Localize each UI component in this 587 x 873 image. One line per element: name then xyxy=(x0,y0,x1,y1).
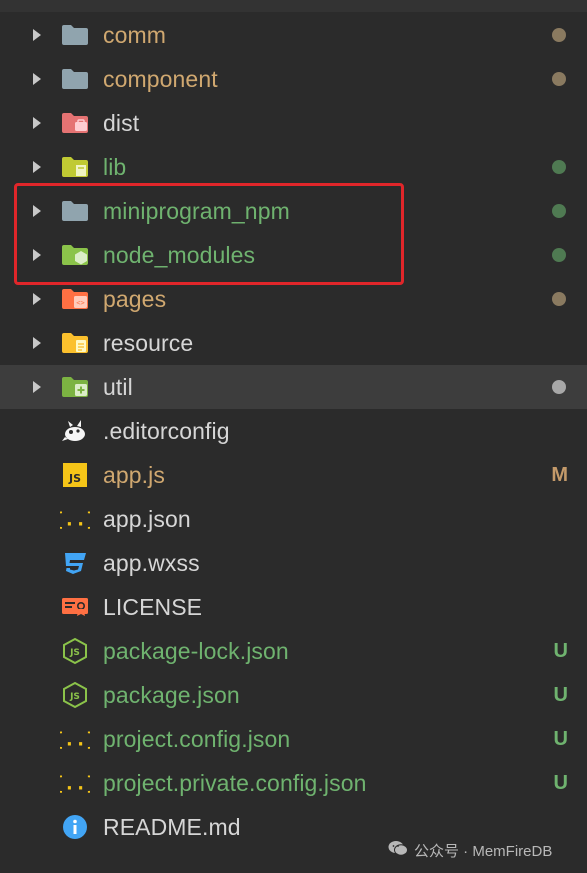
git-status-badge: U xyxy=(553,772,568,794)
item-label: app.json xyxy=(103,506,191,532)
git-status-dot xyxy=(552,380,566,394)
item-label: app.wxss xyxy=(103,550,200,576)
folder-icon xyxy=(60,20,90,50)
info-icon xyxy=(60,812,90,842)
item-label: .editorconfig xyxy=(103,418,230,444)
wechat-icon xyxy=(388,840,408,861)
git-status-badge: U xyxy=(553,728,568,750)
file-row[interactable]: {..} app.json xyxy=(0,497,587,541)
folder-lib-icon xyxy=(60,152,90,182)
editorconfig-icon xyxy=(60,416,90,446)
git-status-dot xyxy=(552,160,566,174)
svg-text:{..}: {..} xyxy=(60,730,90,751)
svg-text:JS: JS xyxy=(69,648,80,658)
item-label: component xyxy=(103,66,218,92)
license-icon xyxy=(60,592,90,622)
css-file-icon xyxy=(60,548,90,578)
json-file-icon: {..} xyxy=(60,768,90,798)
svg-text:JS: JS xyxy=(68,472,81,485)
git-status-dot xyxy=(552,28,566,42)
git-status-dot xyxy=(552,204,566,218)
item-label: LICENSE xyxy=(103,594,203,620)
svg-text:<>: <> xyxy=(76,299,84,307)
top-bar xyxy=(0,0,587,12)
chevron-right-icon[interactable] xyxy=(33,293,41,305)
svg-text:{..}: {..} xyxy=(60,774,90,795)
js-file-icon: JS xyxy=(60,460,90,490)
git-status-dot xyxy=(552,292,566,306)
highlight-box xyxy=(14,183,404,285)
item-label: project.private.config.json xyxy=(103,770,367,796)
file-row[interactable]: app.wxss xyxy=(0,541,587,585)
folder-pages-icon: <> xyxy=(60,284,90,314)
item-label: comm xyxy=(103,22,167,48)
chevron-right-icon[interactable] xyxy=(33,337,41,349)
file-row[interactable]: {..} project.config.json U xyxy=(0,717,587,761)
file-row[interactable]: JS package.json U xyxy=(0,673,587,717)
nodejs-file-icon: JS xyxy=(60,636,90,666)
git-status-dot xyxy=(552,248,566,262)
file-row[interactable]: LICENSE xyxy=(0,585,587,629)
folder-resource-icon xyxy=(60,328,90,358)
git-status-dot xyxy=(552,72,566,86)
folder-icon xyxy=(60,64,90,94)
git-status-badge: M xyxy=(551,464,568,486)
folder-row[interactable]: comm xyxy=(0,13,587,57)
git-status-badge: U xyxy=(553,684,568,706)
file-row[interactable]: .editorconfig xyxy=(0,409,587,453)
item-label: resource xyxy=(103,330,194,356)
nodejs-file-icon: JS xyxy=(60,680,90,710)
folder-row[interactable]: util xyxy=(0,365,587,409)
item-label: util xyxy=(103,374,133,400)
folder-util-icon xyxy=(60,372,90,402)
file-explorer-tree: comm component dist lib miniprogram_npm node_… xyxy=(0,13,587,849)
folder-dist-icon xyxy=(60,108,90,138)
file-row[interactable]: JS app.js M xyxy=(0,453,587,497)
file-row[interactable]: {..} project.private.config.json U xyxy=(0,761,587,805)
json-file-icon: {..} xyxy=(60,504,90,534)
git-status-badge: U xyxy=(553,640,568,662)
file-row[interactable]: JS package-lock.json U xyxy=(0,629,587,673)
folder-row[interactable]: resource xyxy=(0,321,587,365)
svg-text:JS: JS xyxy=(69,692,80,702)
item-label: app.js xyxy=(103,462,165,488)
watermark-text: 公众号 · MemFireDB xyxy=(414,843,553,860)
chevron-right-icon[interactable] xyxy=(33,73,41,85)
item-label: project.config.json xyxy=(103,726,291,752)
item-label: package-lock.json xyxy=(103,638,289,664)
folder-row[interactable]: dist xyxy=(0,101,587,145)
folder-row[interactable]: component xyxy=(0,57,587,101)
svg-text:{..}: {..} xyxy=(60,510,90,531)
item-label: README.md xyxy=(103,814,241,840)
json-file-icon: {..} xyxy=(60,724,90,754)
chevron-right-icon[interactable] xyxy=(33,29,41,41)
chevron-right-icon[interactable] xyxy=(33,161,41,173)
chevron-right-icon[interactable] xyxy=(33,381,41,393)
item-label: package.json xyxy=(103,682,240,708)
watermark: 公众号 · MemFireDB xyxy=(388,840,552,861)
item-label: dist xyxy=(103,110,140,136)
chevron-right-icon[interactable] xyxy=(33,117,41,129)
